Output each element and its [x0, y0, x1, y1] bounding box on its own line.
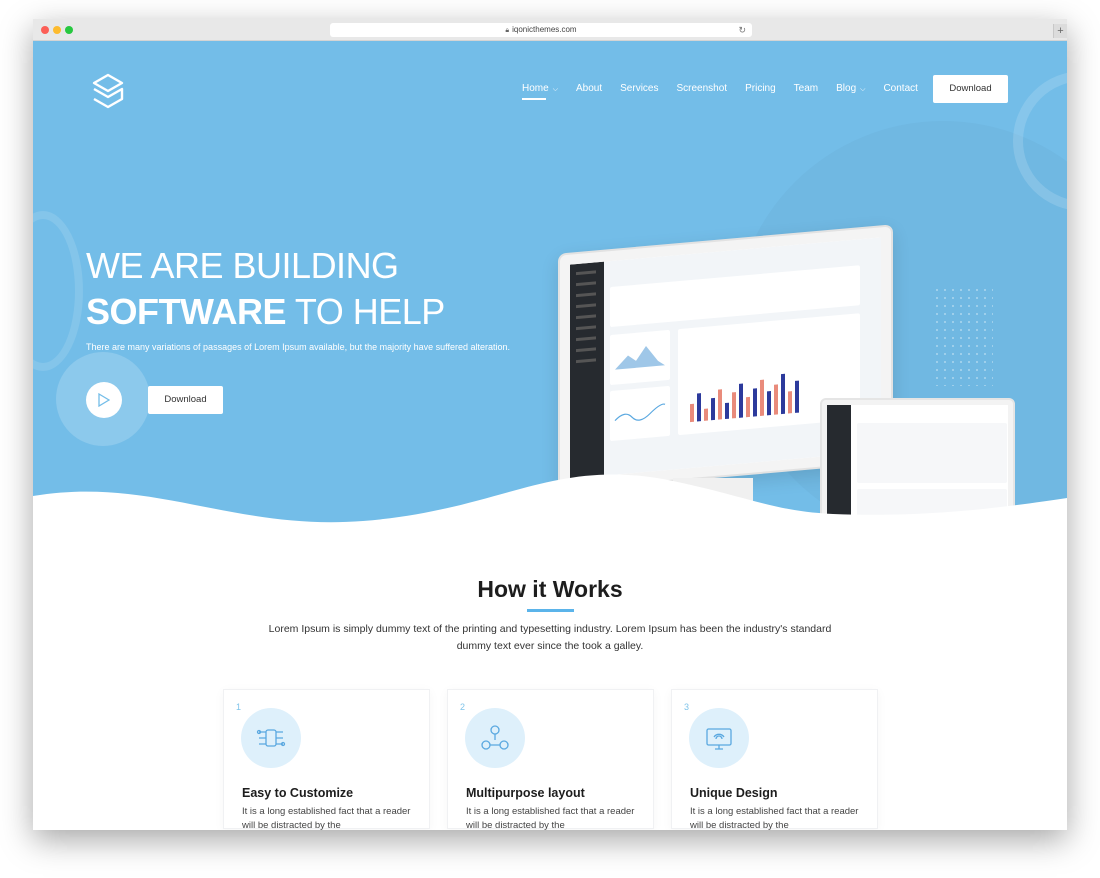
nav-pricing[interactable]: Pricing — [745, 83, 776, 94]
hero-download-button[interactable]: Download — [148, 386, 223, 414]
reload-icon[interactable]: ↻ — [738, 23, 746, 37]
feature-number: 1 — [236, 702, 242, 712]
hero-title-rest: TO HELP — [286, 291, 445, 332]
hero-ring-decoration — [33, 211, 83, 371]
feature-number: 3 — [684, 702, 690, 712]
nav-screenshot-label: Screenshot — [676, 83, 728, 94]
address-bar[interactable]: 🔒︎ iqonicthemes.com ↻ — [330, 23, 752, 37]
dashboard-card — [610, 329, 670, 386]
hero-section: Home ⌵ About Services Screenshot Pricing … — [33, 41, 1067, 526]
circuit-icon — [256, 729, 286, 747]
hero-subtitle: There are many variations of passages of… — [86, 342, 511, 352]
nav-blog-label: Blog — [836, 83, 857, 94]
nav-services[interactable]: Services — [620, 83, 658, 94]
chevron-down-icon: ⌵ — [860, 86, 866, 93]
nav-about-label: About — [576, 83, 603, 94]
dot-pattern-decoration — [933, 286, 993, 386]
title-underline — [527, 609, 574, 612]
dashboard-card — [610, 385, 670, 442]
feature-title: Unique Design — [690, 786, 778, 800]
site-logo[interactable] — [91, 73, 125, 109]
play-icon — [98, 393, 110, 407]
header-download-button[interactable]: Download — [933, 75, 1008, 103]
feature-title: Easy to Customize — [242, 786, 354, 800]
mountain-chart-icon — [615, 345, 665, 370]
nav-blog[interactable]: Blog ⌵ — [836, 83, 865, 94]
feature-title: Multipurpose layout — [466, 786, 585, 800]
network-icon — [481, 725, 509, 750]
hero-title-bold: SOFTWARE — [86, 291, 287, 332]
nav-home[interactable]: Home ⌵ — [522, 83, 558, 100]
feature-text: It is a long established fact that a rea… — [466, 806, 635, 830]
minimize-window-button[interactable] — [53, 26, 61, 34]
hero-wave-divider — [33, 474, 1067, 526]
nav-contact-label: Contact — [883, 83, 918, 94]
monitor-icon — [706, 728, 732, 750]
bar-chart-icon — [690, 362, 810, 423]
feature-text: It is a long established fact that a rea… — [242, 806, 411, 830]
how-it-works-title: How it Works — [477, 576, 623, 602]
browser-toolbar: 🔒︎ iqonicthemes.com ↻ + — [33, 19, 1067, 41]
feature-card: 2 Multipurpose layout It is a long estab… — [447, 689, 654, 830]
line-chart-icon — [614, 403, 666, 422]
nav-home-label: Home — [522, 83, 549, 94]
nav-services-label: Services — [620, 83, 659, 94]
feature-card: 3 Unique Design It is a long established… — [671, 689, 878, 830]
zoom-window-button[interactable] — [65, 26, 73, 34]
main-nav: Home ⌵ About Services Screenshot Pricing … — [522, 83, 936, 100]
feature-number: 2 — [460, 702, 466, 712]
new-tab-button[interactable]: + — [1053, 24, 1067, 38]
address-bar-url: iqonicthemes.com — [512, 25, 577, 34]
nav-team-label: Team — [793, 83, 819, 94]
play-video-button[interactable] — [86, 382, 122, 418]
hero-title-line1: WE ARE BUILDING — [86, 245, 399, 286]
browser-window: 🔒︎ iqonicthemes.com ↻ + Home ⌵ About Servi… — [33, 19, 1067, 830]
feature-text: It is a long established fact that a rea… — [690, 806, 859, 830]
nav-team[interactable]: Team — [794, 83, 818, 94]
web-page: Home ⌵ About Services Screenshot Pricing … — [33, 41, 1067, 830]
nav-about[interactable]: About — [576, 83, 602, 94]
close-window-button[interactable] — [41, 26, 49, 34]
chevron-down-icon: ⌵ — [552, 86, 558, 93]
lock-icon: 🔒︎ — [505, 27, 510, 34]
how-it-works-description: Lorem Ipsum is simply dummy text of the … — [268, 623, 832, 652]
feature-card: 1 Easy to Customize It is a long establi… — [223, 689, 430, 830]
hero-title-line2: SOFTWARE TO HELP — [86, 291, 445, 333]
nav-screenshot[interactable]: Screenshot — [677, 83, 728, 94]
nav-contact[interactable]: Contact — [883, 83, 917, 94]
nav-pricing-label: Pricing — [745, 83, 776, 94]
